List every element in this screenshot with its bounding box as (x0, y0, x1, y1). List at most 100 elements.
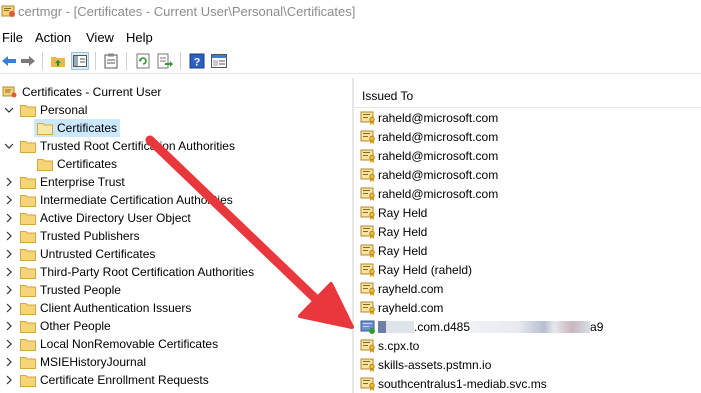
tree-item-trusted-publishers[interactable]: Trusted Publishers (4, 227, 140, 245)
chevron-down-icon[interactable] (4, 141, 14, 151)
table-row[interactable]: .com.d485 a9 (360, 317, 603, 336)
tree-item-trusted-people[interactable]: Trusted People (4, 281, 121, 299)
tree-item-label: Intermediate Certification Authorities (40, 193, 233, 207)
folder-icon (20, 284, 36, 297)
tree-item-label: Certificates (57, 121, 118, 135)
tree-item-untrusted[interactable]: Untrusted Certificates (4, 245, 155, 263)
tree-item-personal-certificates[interactable]: Certificates (34, 119, 121, 137)
folder-icon (20, 176, 36, 189)
folder-icon (20, 230, 36, 243)
tree-item-enterprise-trust[interactable]: Enterprise Trust (4, 173, 125, 191)
svg-text:?: ? (194, 57, 201, 69)
table-row[interactable]: rayheld.com (360, 279, 443, 298)
table-row[interactable]: Ray Held (360, 222, 427, 241)
refresh-icon[interactable] (134, 52, 152, 70)
table-row[interactable]: s.cpx.to (360, 336, 419, 355)
cert-issued-to: rayheld.com (378, 300, 444, 315)
properties-icon[interactable] (102, 52, 120, 70)
tree-item-label: MSIEHistoryJournal (40, 355, 147, 369)
chevron-right-icon[interactable] (4, 303, 14, 313)
tree-item-label: Enterprise Trust (40, 175, 125, 189)
folder-icon (20, 104, 36, 117)
tree-item-msie-history[interactable]: MSIEHistoryJournal (4, 353, 146, 371)
chevron-right-icon[interactable] (4, 267, 14, 277)
chevron-right-icon[interactable] (4, 213, 14, 223)
certificate-icon (360, 377, 375, 391)
chevron-right-icon[interactable] (4, 285, 14, 295)
table-row[interactable]: raheld@microsoft.com (360, 127, 498, 146)
column-header-issued-to[interactable]: Issued To (354, 78, 701, 108)
certificate-icon (360, 339, 375, 353)
chevron-right-icon[interactable] (4, 375, 14, 385)
chevron-down-icon[interactable] (4, 105, 14, 115)
certificate-icon (360, 282, 375, 296)
cert-issued-to: s.cpx.to (378, 338, 420, 353)
certificate-icon (360, 320, 375, 334)
table-row[interactable]: raheld@microsoft.com (360, 184, 498, 203)
menu-action[interactable]: Action (35, 28, 71, 47)
menu-view[interactable]: View (86, 28, 114, 47)
tree-item-third-party-root[interactable]: Third-Party Root Certification Authoriti… (4, 263, 254, 281)
cert-issued-to: raheld@microsoft.com (378, 148, 499, 163)
tree-item-enrollment-requests[interactable]: Certificate Enrollment Requests (4, 371, 209, 389)
tree-item-personal[interactable]: Personal (4, 101, 87, 119)
export-list-icon[interactable] (156, 52, 174, 70)
tree-item-trusted-root[interactable]: Trusted Root Certification Authorities (4, 137, 235, 155)
certificate-icon (360, 130, 375, 144)
table-row[interactable]: raheld@microsoft.com (360, 146, 498, 165)
table-row[interactable]: rayheld.com (360, 298, 443, 317)
chevron-right-icon[interactable] (4, 357, 14, 367)
chevron-right-icon[interactable] (4, 195, 14, 205)
folder-icon (20, 194, 36, 207)
menu-file[interactable]: File (2, 28, 23, 47)
back-icon[interactable] (0, 52, 18, 70)
cert-issued-to: skills-assets.pstmn.io (378, 357, 492, 372)
folder-icon (37, 158, 53, 171)
folder-icon (20, 140, 36, 153)
folder-icon (20, 302, 36, 315)
up-folder-icon[interactable] (49, 52, 67, 70)
chevron-right-icon[interactable] (4, 249, 14, 259)
help-icon[interactable]: ? (188, 52, 206, 70)
table-row[interactable]: Ray Held (360, 241, 427, 260)
tree-item-active-directory[interactable]: Active Directory User Object (4, 209, 191, 227)
tree-item-label: Local NonRemovable Certificates (40, 337, 219, 351)
cert-name-visible: a9 (590, 319, 604, 334)
tree-item-client-auth-issuers[interactable]: Client Authentication Issuers (4, 299, 191, 317)
tree-item-other-people[interactable]: Other People (4, 317, 111, 335)
tree-item-trusted-root-certificates[interactable]: Certificates (37, 155, 117, 173)
certificate-icon (360, 301, 375, 315)
tree-item-local-nonremovable[interactable]: Local NonRemovable Certificates (4, 335, 218, 353)
tree-root[interactable]: Certificates - Current User (2, 83, 161, 101)
table-row[interactable]: Ray Held (raheld) (360, 260, 472, 279)
tree-item-intermediate-ca[interactable]: Intermediate Certification Authorities (4, 191, 233, 209)
certificate-icon (360, 111, 375, 125)
table-row[interactable]: raheld@microsoft.com (360, 165, 498, 184)
cert-issued-to: raheld@microsoft.com (378, 129, 499, 144)
chevron-right-icon[interactable] (4, 177, 14, 187)
certificate-list[interactable]: Issued To raheld@microsoft.com raheld@mic… (354, 78, 701, 393)
folder-icon (20, 248, 36, 261)
folder-icon (20, 374, 36, 387)
table-row[interactable]: Ray Held (360, 203, 427, 222)
console-icon[interactable] (210, 52, 228, 70)
toolbar: ? (0, 48, 701, 74)
table-row[interactable]: raheld@microsoft.com (360, 108, 498, 127)
chevron-right-icon[interactable] (4, 321, 14, 331)
tree-item-label: Other People (40, 319, 111, 333)
tree-item-label: Untrusted Certificates (40, 247, 156, 261)
certificate-icon (360, 263, 375, 277)
menu-help[interactable]: Help (126, 28, 153, 47)
redacted-block (378, 320, 386, 333)
table-row[interactable]: skills-assets.pstmn.io (360, 355, 491, 374)
certificate-icon (360, 149, 375, 163)
chevron-right-icon[interactable] (4, 339, 14, 349)
tree-pane[interactable]: Certificates - Current User Personal Cer… (0, 78, 350, 393)
forward-icon[interactable] (19, 52, 37, 70)
show-hide-tree-icon[interactable] (71, 52, 89, 70)
chevron-right-icon[interactable] (4, 231, 14, 241)
tree-item-label: Certificate Enrollment Requests (40, 373, 209, 387)
table-row[interactable]: southcentralus1-mediab.svc.ms (360, 374, 547, 393)
redacted-block (386, 320, 414, 333)
tree-item-label: Third-Party Root Certification Authoriti… (40, 265, 255, 279)
